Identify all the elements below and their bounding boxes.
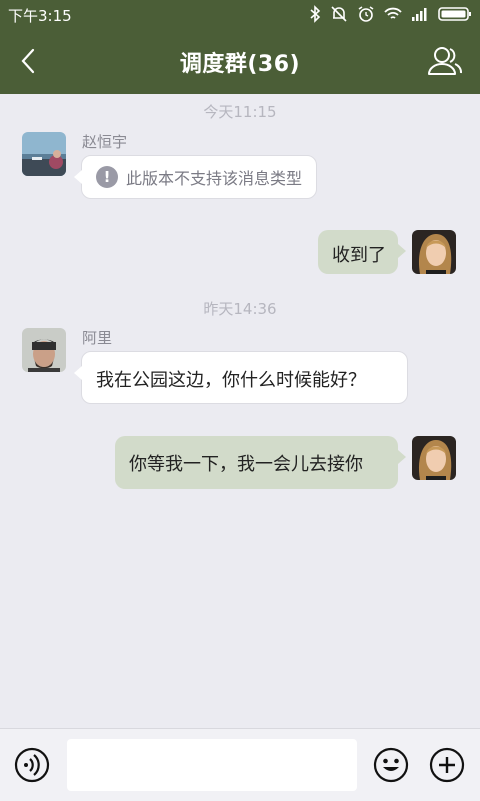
message-text: 此版本不支持该消息类型 — [125, 169, 302, 188]
bluetooth-icon — [310, 5, 321, 23]
group-title: 调度群(36) — [179, 52, 301, 77]
input-bar — [0, 728, 480, 801]
voice-input-icon[interactable] — [14, 747, 50, 783]
message-input[interactable] — [67, 739, 357, 791]
signal-icon — [412, 8, 427, 21]
emoji-icon[interactable] — [373, 747, 409, 783]
warning-icon: ! — [96, 166, 118, 188]
group-members-icon[interactable] — [426, 42, 464, 80]
avatar[interactable] — [22, 132, 66, 176]
avatar[interactable] — [22, 328, 66, 372]
avatar[interactable] — [412, 230, 456, 274]
avatar[interactable] — [412, 436, 456, 480]
wifi-icon — [384, 7, 402, 19]
alarm-icon — [358, 6, 374, 22]
add-attachment-icon[interactable] — [429, 747, 465, 783]
chat-header: 调度群(36) — [0, 28, 480, 94]
sender-name: 阿里 — [82, 329, 113, 347]
timestamp-today: 今天11:15 — [203, 103, 277, 121]
incoming-message-bubble[interactable]: 我在公园这边，你什么时候能好？ — [74, 351, 408, 404]
unsupported-message-bubble[interactable]: ! 此版本不支持该消息类型 — [74, 155, 317, 199]
message-text: 我在公园这边，你什么时候能好？ — [96, 370, 366, 391]
outgoing-message-bubble[interactable]: 收到了 — [318, 230, 406, 274]
outgoing-message-bubble[interactable]: 你等我一下，我一会儿去接你 — [115, 436, 406, 489]
message-text: 你等我一下，我一会儿去接你 — [129, 454, 363, 475]
status-icons — [309, 3, 472, 25]
timestamp-yesterday: 昨天14:36 — [203, 300, 277, 318]
battery-icon — [438, 7, 471, 21]
status-time: 下午3:15 — [8, 7, 72, 25]
mute-icon — [331, 6, 347, 22]
message-text: 收到了 — [332, 245, 386, 266]
message-list[interactable]: 今天11:15 赵恒宇 ! 此版本不支持该消息类型 收到了 昨天14:36 阿里… — [0, 94, 480, 728]
sender-name: 赵恒宇 — [82, 133, 128, 151]
status-bar: 下午3:15 — [0, 0, 480, 28]
